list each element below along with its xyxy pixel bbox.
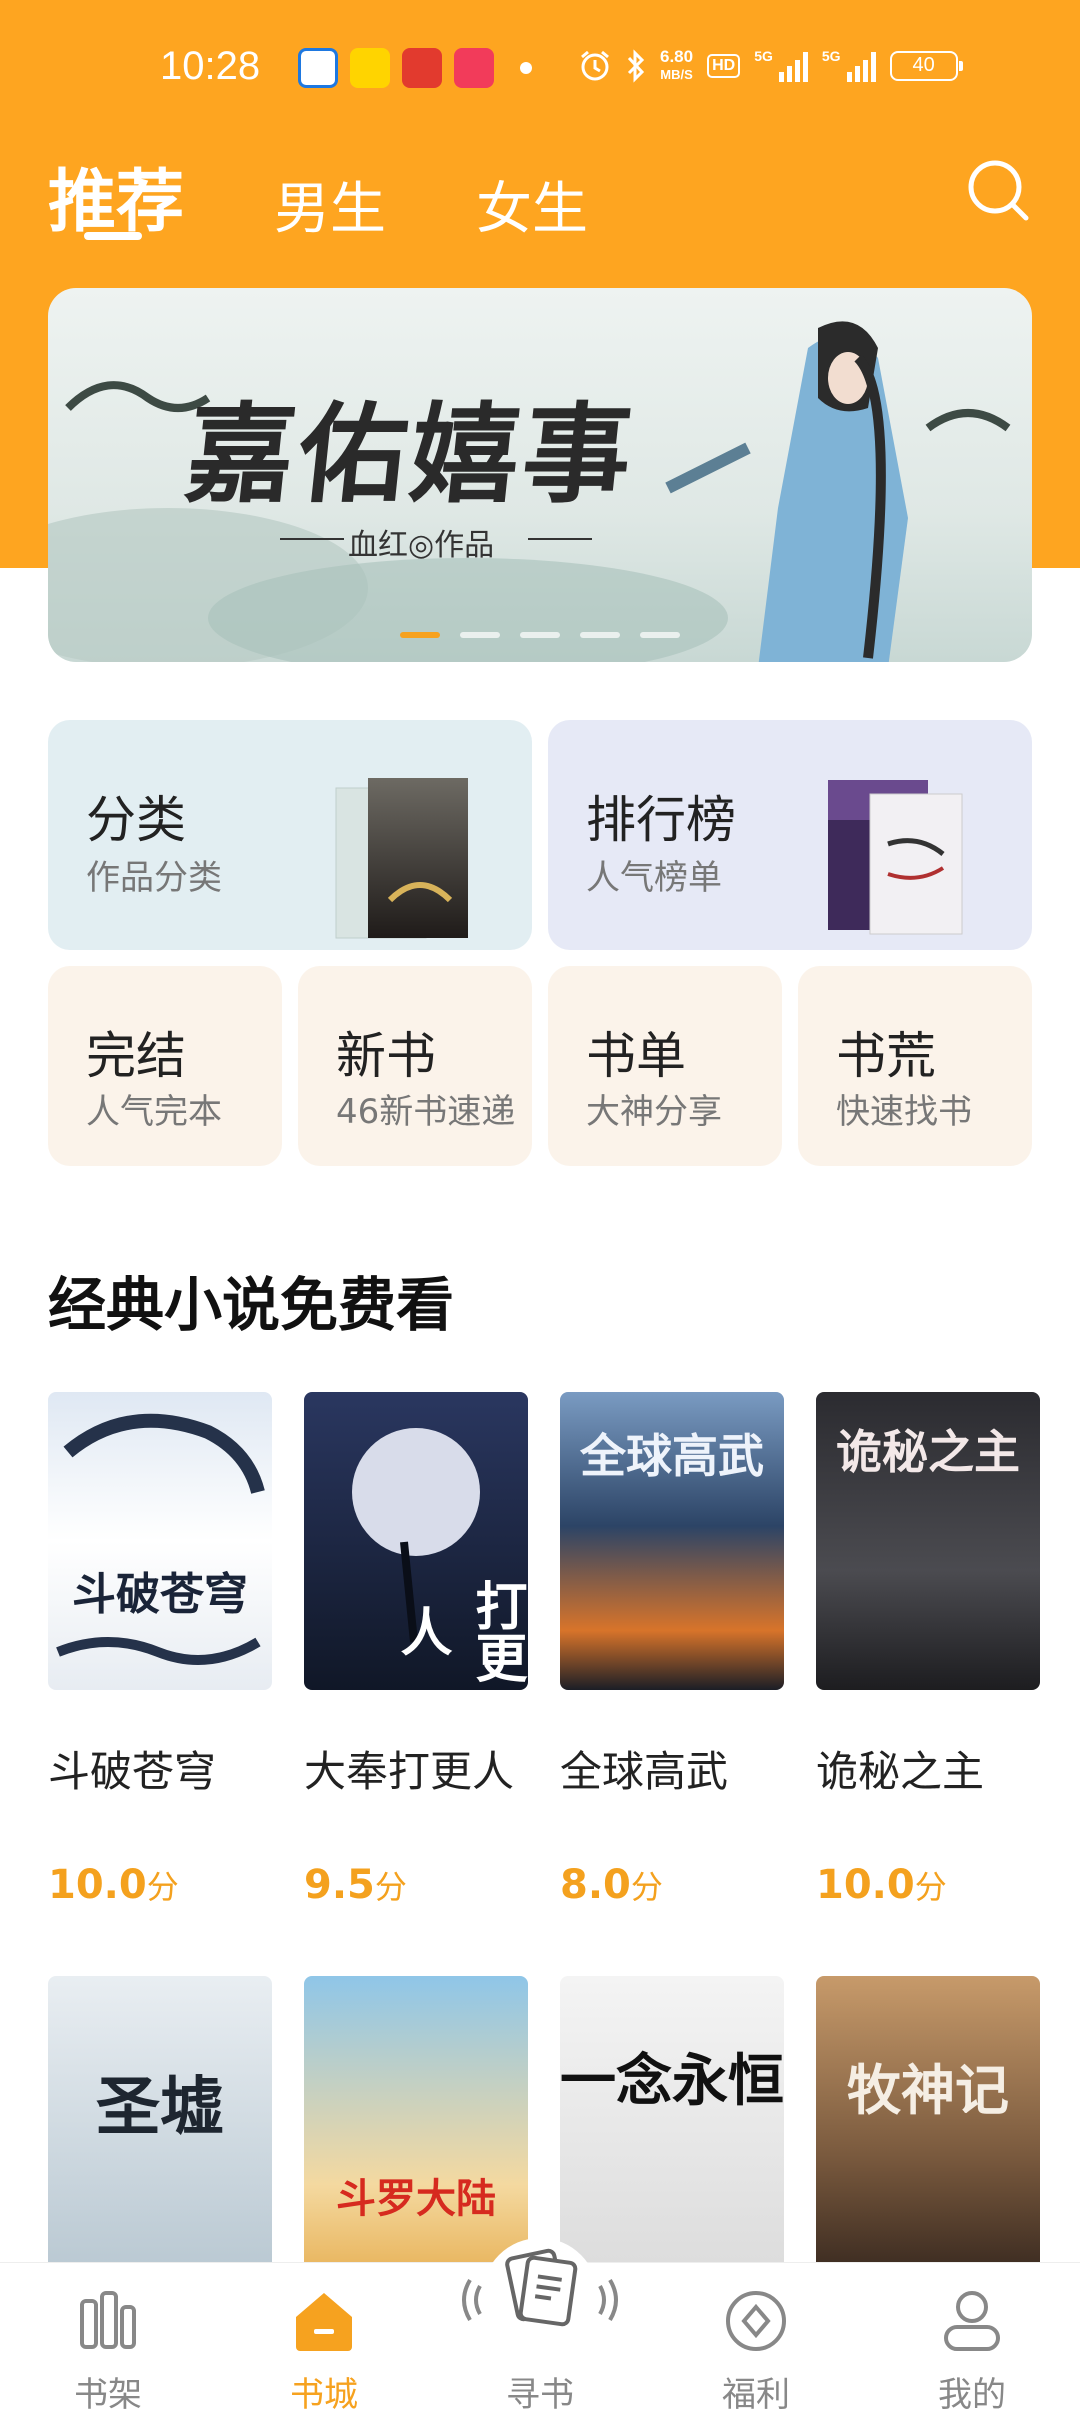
pagination-dot <box>640 632 680 638</box>
tab-female[interactable]: 女生 <box>476 164 588 245</box>
section-title: 经典小说免费看 <box>48 1271 455 1339</box>
hd-badge: HD <box>707 53 741 78</box>
cover-title: 斗破苍穹 <box>72 1569 248 1620</box>
book-item[interactable]: 斗破苍穹 斗破苍穹 10.0分 <box>48 1392 272 1908</box>
welfare-icon <box>726 2291 786 2351</box>
nav-item-welfare[interactable]: 福利 <box>686 2263 826 2412</box>
nav-label: 寻书 <box>506 2375 574 2412</box>
promo-banner[interactable]: 嘉佑嬉事 血红◎作品 <box>48 288 1032 662</box>
signal-icon <box>778 50 808 82</box>
card-subtitle: 人气榜单 <box>586 858 722 898</box>
cover-title: 打更人 <box>391 1579 527 1683</box>
category-card-bookfamine[interactable]: 书荒 快速找书 <box>798 966 1032 1166</box>
app-notification-icon <box>350 48 390 88</box>
book-cover: 全球高武 <box>560 1392 784 1690</box>
banner-pagination <box>400 632 680 638</box>
network-speed: 6.80 MB/S <box>660 47 694 82</box>
cover-title: 牧神记 <box>847 2058 1009 2122</box>
alarm-icon <box>581 50 609 80</box>
nav-item-bookstore[interactable]: 书城 <box>254 2263 394 2412</box>
bookshelf-icon <box>80 2291 136 2349</box>
status-right: 6.80 MB/S HD 5G 5G 40 <box>578 47 963 83</box>
notification-icons <box>298 48 494 88</box>
cover-title: 圣墟 <box>96 2070 224 2145</box>
category-card-finished[interactable]: 完结 人气完本 <box>48 966 282 1166</box>
card-subtitle: 人气完本 <box>86 1092 222 1132</box>
book-item[interactable]: 全球高武 全球高武 8.0分 <box>560 1392 784 1908</box>
book-score: 8.0分 <box>560 1862 663 1908</box>
category-card-newbooks[interactable]: 新书 46新书速递 <box>298 966 532 1166</box>
pagination-dot-active <box>400 632 440 638</box>
book-score: 10.0分 <box>816 1862 947 1908</box>
book-title: 全球高武 <box>560 1747 729 1796</box>
card-subtitle: 大神分享 <box>586 1092 722 1132</box>
nav-label: 书城 <box>290 2375 358 2412</box>
signal-icon <box>846 50 876 82</box>
tab-male[interactable]: 男生 <box>274 164 386 245</box>
book-cover: 圣墟 <box>48 1976 272 2274</box>
status-time: 10:28 <box>160 44 261 88</box>
bookstore-icon <box>296 2293 352 2351</box>
app-notification-icon <box>402 48 442 88</box>
book-title: 大奉打更人 <box>304 1747 515 1796</box>
find-book-icon[interactable] <box>460 2226 620 2346</box>
book-item[interactable]: 诡秘之主 诡秘之主 10.0分 <box>816 1392 1040 1908</box>
category-card-booklist[interactable]: 书单 大神分享 <box>548 966 782 1166</box>
book-title: 斗破苍穹 <box>48 1747 217 1796</box>
category-card-ranking[interactable]: 排行榜 人气榜单 <box>548 720 1032 950</box>
card-subtitle: 快速找书 <box>836 1092 972 1132</box>
more-notifications-dot <box>520 62 532 74</box>
top-tab-bar: 推荐 男生 女生 <box>48 146 678 245</box>
nav-label: 书架 <box>74 2375 142 2412</box>
book-item[interactable]: 牧神记 <box>816 1976 1040 2274</box>
status-bar: 10:28 6.80 MB/S HD 5G 5G 40 <box>0 40 1080 100</box>
book-score: 9.5分 <box>304 1862 407 1908</box>
battery-icon: 40 <box>889 50 963 81</box>
card-subtitle: 46新书速递 <box>336 1092 516 1132</box>
card-title: 排行榜 <box>586 791 736 849</box>
card-title: 书单 <box>586 1027 686 1085</box>
tab-recommend[interactable]: 推荐 <box>48 146 184 245</box>
category-card-classify[interactable]: 分类 作品分类 <box>48 720 532 950</box>
book-score: 10.0分 <box>48 1862 179 1908</box>
cover-title: 一念永恒 <box>560 2048 784 2114</box>
nav-label: 福利 <box>722 2375 790 2412</box>
book-cover: 诡秘之主 <box>816 1392 1040 1690</box>
bluetooth-icon <box>627 48 645 83</box>
card-title: 完结 <box>86 1027 186 1085</box>
active-tab-indicator <box>84 232 142 240</box>
card-title: 书荒 <box>836 1027 936 1085</box>
nav-item-profile[interactable]: 我的 <box>902 2263 1042 2412</box>
book-cover: 斗破苍穹 <box>48 1392 272 1690</box>
book-item[interactable]: 打更人 大奉打更人 9.5分 <box>304 1392 528 1908</box>
nav-item-bookshelf[interactable]: 书架 <box>38 2263 178 2412</box>
pagination-dot <box>460 632 500 638</box>
cover-title: 斗罗大陆 <box>336 2175 496 2222</box>
nav-label: 我的 <box>938 2375 1006 2412</box>
book-item[interactable]: 圣墟 <box>48 1976 272 2274</box>
profile-icon <box>944 2291 1000 2351</box>
divider <box>528 538 592 540</box>
banner-author: 血红◎作品 <box>348 528 495 563</box>
divider <box>280 538 344 540</box>
book-title: 诡秘之主 <box>816 1747 985 1796</box>
app-notification-icon <box>454 48 494 88</box>
banner-title: 嘉佑嬉事 <box>180 392 642 518</box>
card-title: 新书 <box>336 1027 436 1085</box>
book-cover: 牧神记 <box>816 1976 1040 2274</box>
search-icon[interactable] <box>964 156 1034 226</box>
cover-title: 全球高武 <box>580 1429 764 1483</box>
book-cover: 打更人 <box>304 1392 528 1690</box>
cover-title: 诡秘之主 <box>836 1425 1020 1479</box>
book-stack-image <box>828 780 963 935</box>
book-stack-image <box>335 778 468 939</box>
card-title: 分类 <box>86 791 186 849</box>
pagination-dot <box>520 632 560 638</box>
app-notification-icon <box>298 48 338 88</box>
card-subtitle: 作品分类 <box>86 858 222 898</box>
pagination-dot <box>580 632 620 638</box>
